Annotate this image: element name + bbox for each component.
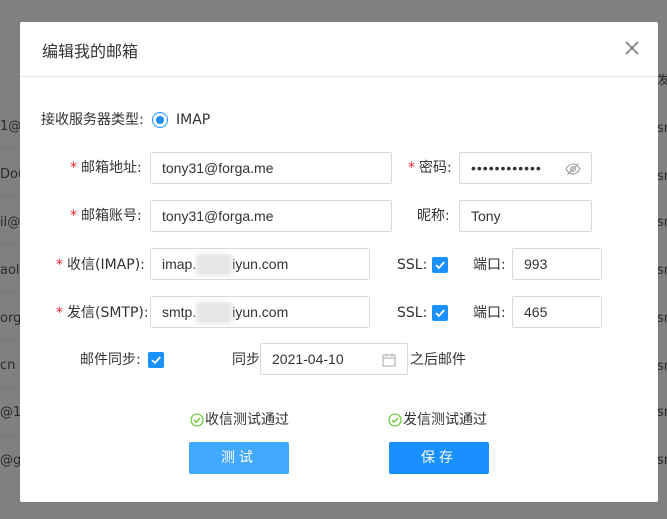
bg-list-text: sn — [657, 454, 667, 468]
bg-divider — [0, 436, 20, 437]
bg-list-text: il@ — [0, 216, 20, 230]
smtp-port-label: 端口: — [473, 305, 506, 321]
email-label: * 邮箱地址: — [70, 160, 142, 176]
smtp-server-field[interactable]: smtp. iyun.com — [150, 296, 370, 328]
bg-list-text: @1 — [0, 406, 20, 420]
bg-list-text: sn — [657, 216, 667, 230]
send-test-status: 发信测试通过 — [388, 410, 487, 430]
dialog-header: 编辑我的邮箱 — [20, 22, 658, 77]
imap-ssl-label: SSL: — [397, 257, 428, 273]
sync-date-value: 2021-04-10 — [272, 351, 344, 367]
imap-server-field[interactable]: imap. iyun.com — [150, 248, 370, 280]
password-field[interactable]: •••••••••••• — [459, 152, 592, 184]
bg-divider — [0, 196, 20, 197]
imap-port-field[interactable]: 993 — [512, 248, 602, 280]
save-button[interactable]: 保存 — [389, 442, 489, 474]
check-icon — [435, 309, 445, 318]
bg-list-text: sn — [657, 312, 667, 326]
imap-server-prefix: imap. — [162, 256, 197, 272]
check-icon — [151, 356, 161, 365]
smtp-label: * 发信(SMTP): — [56, 305, 149, 321]
email-field[interactable]: tony31@forga.me — [150, 152, 392, 184]
edit-mailbox-dialog: 编辑我的邮箱 接收服务器类型: IMAP * 邮箱地址: tony31@forga… — [20, 22, 658, 502]
smtp-server-prefix: smtp. — [162, 304, 197, 320]
test-button[interactable]: 测试 — [189, 442, 289, 474]
imap-server-suffix: iyun.com — [232, 256, 289, 272]
account-field[interactable]: tony31@forga.me — [150, 200, 392, 232]
eye-off-icon[interactable] — [565, 161, 581, 177]
check-circle-icon — [388, 413, 402, 427]
bg-list-text: sn — [657, 170, 667, 184]
imap-label: * 收信(IMAP): — [56, 257, 145, 273]
close-icon — [625, 41, 639, 55]
bg-list-text: sn — [657, 406, 667, 420]
account-label: * 邮箱账号: — [70, 208, 142, 224]
check-icon — [435, 261, 445, 270]
bg-divider — [0, 244, 20, 245]
close-button[interactable] — [622, 38, 642, 58]
bg-list-text: aol. — [0, 264, 20, 278]
bg-list-text: sn — [657, 360, 667, 374]
nickname-label: 昵称: — [417, 208, 450, 224]
password-value: •••••••••••• — [471, 160, 542, 176]
smtp-ssl-checkbox[interactable] — [432, 305, 448, 321]
calendar-icon — [382, 353, 396, 367]
smtp-port-field[interactable]: 465 — [512, 296, 602, 328]
password-label: * 密码: — [408, 160, 452, 176]
bg-list-text: sn — [657, 122, 667, 136]
sync-from-label: 同步 — [232, 352, 260, 368]
bg-list-text: 1@ — [0, 120, 20, 134]
bg-list-text: cn — [0, 359, 16, 373]
bg-divider — [0, 340, 20, 341]
imap-radio-label: IMAP — [176, 112, 211, 128]
sync-checkbox[interactable] — [148, 352, 164, 368]
bg-divider — [0, 292, 20, 293]
dialog-title: 编辑我的邮箱 — [42, 42, 139, 61]
imap-radio[interactable] — [152, 112, 168, 128]
receive-test-status: 收信测试通过 — [190, 410, 289, 430]
redacted-region — [196, 254, 233, 277]
sync-after-label: 之后邮件 — [410, 352, 466, 368]
bg-list-text: sn — [657, 264, 667, 278]
bg-divider — [0, 148, 20, 149]
bg-list-text: @g — [0, 454, 20, 468]
imap-ssl-checkbox[interactable] — [432, 257, 448, 273]
imap-port-label: 端口: — [473, 257, 506, 273]
smtp-ssl-label: SSL: — [397, 305, 428, 321]
sync-label: 邮件同步: — [80, 352, 141, 368]
smtp-server-suffix: iyun.com — [232, 304, 289, 320]
bg-list-text: org — [0, 312, 20, 326]
check-circle-icon — [190, 413, 204, 427]
sync-date-picker[interactable]: 2021-04-10 — [260, 343, 408, 375]
bg-divider — [0, 388, 20, 389]
bg-list-text: Dou — [0, 168, 20, 182]
redacted-region — [196, 302, 233, 325]
nickname-field[interactable]: Tony — [459, 200, 592, 232]
protocol-label: 接收服务器类型: — [41, 112, 144, 128]
bg-list-text: 发 — [657, 74, 667, 88]
